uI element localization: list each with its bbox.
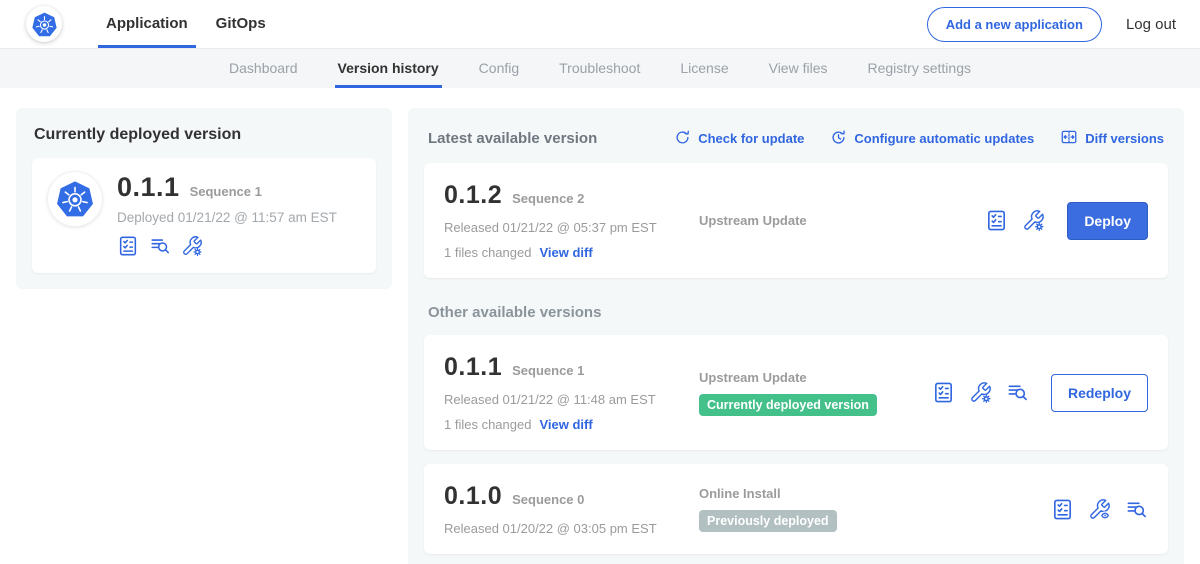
view-diff-link[interactable]: View diff [539, 417, 592, 432]
check-for-update-label: Check for update [698, 131, 804, 146]
clock-refresh-icon [830, 129, 847, 149]
tab-config[interactable]: Config [479, 49, 519, 88]
currently-deployed-badge: Currently deployed version [699, 394, 877, 416]
header-tabs: Application GitOps [92, 0, 280, 48]
diff-columns-icon [1060, 128, 1078, 149]
preflight-checklist-icon[interactable] [117, 235, 139, 257]
deployed-timestamp: Deployed 01/21/22 @ 11:57 am EST [117, 210, 337, 225]
latest-available-title: Latest available version [428, 130, 597, 147]
preflight-checklist-icon[interactable] [985, 209, 1008, 232]
version-source-label: Upstream Update [699, 213, 985, 228]
released-timestamp: Released 01/21/22 @ 11:48 am EST [444, 392, 699, 407]
tab-application[interactable]: Application [92, 0, 202, 48]
sequence-label: Sequence 2 [512, 191, 584, 206]
version-history-panel: Latest available version Check for updat… [408, 108, 1184, 564]
deployed-version-card: 0.1.1 Sequence 1 Deployed 01/21/22 @ 11:… [32, 158, 376, 273]
app-subnav: Dashboard Version history Config Trouble… [0, 48, 1200, 88]
tab-troubleshoot[interactable]: Troubleshoot [559, 49, 640, 88]
version-number: 0.1.0 [444, 482, 502, 511]
files-changed-label: 1 files changed [444, 245, 531, 260]
sequence-label: Sequence 1 [512, 363, 584, 378]
kubernetes-logo [26, 6, 62, 42]
logout-button[interactable]: Log out [1126, 16, 1176, 33]
config-wrench-gear-icon[interactable] [181, 235, 203, 257]
preflight-checklist-icon[interactable] [932, 381, 955, 404]
config-wrench-gear-icon[interactable] [1022, 209, 1045, 232]
diff-versions-label: Diff versions [1085, 131, 1164, 146]
files-changed-label: 1 files changed [444, 417, 531, 432]
version-source-label: Online Install [699, 486, 1051, 501]
released-timestamp: Released 01/21/22 @ 05:37 pm EST [444, 220, 699, 235]
tab-version-history[interactable]: Version history [338, 49, 439, 88]
other-available-title: Other available versions [428, 304, 1164, 321]
redeploy-button[interactable]: Redeploy [1051, 374, 1148, 412]
configure-automatic-updates-label: Configure automatic updates [854, 131, 1034, 146]
release-notes-icon[interactable] [1006, 381, 1029, 404]
deploy-button[interactable]: Deploy [1067, 202, 1148, 240]
tab-dashboard[interactable]: Dashboard [229, 49, 298, 88]
refresh-icon [674, 129, 691, 149]
add-new-application-button[interactable]: Add a new application [927, 7, 1102, 42]
configure-automatic-updates-link[interactable]: Configure automatic updates [830, 129, 1034, 149]
config-wrench-gear-icon[interactable] [969, 381, 992, 404]
deployed-sequence-label: Sequence 1 [190, 184, 262, 199]
deployed-version-number: 0.1.1 [117, 172, 180, 203]
currently-deployed-panel: Currently deployed version 0.1.1 Sequenc… [16, 108, 392, 289]
tab-gitops[interactable]: GitOps [202, 0, 280, 48]
previously-deployed-badge: Previously deployed [699, 510, 837, 532]
view-diff-link[interactable]: View diff [539, 245, 592, 260]
preflight-checklist-icon[interactable] [1051, 498, 1074, 521]
version-row-0-1-1: 0.1.1 Sequence 1 Released 01/21/22 @ 11:… [424, 335, 1168, 450]
version-row-0-1-0: 0.1.0 Sequence 0 Released 01/20/22 @ 03:… [424, 464, 1168, 554]
released-timestamp: Released 01/20/22 @ 03:05 pm EST [444, 521, 699, 536]
check-for-update-link[interactable]: Check for update [674, 129, 804, 149]
version-number: 0.1.2 [444, 181, 502, 210]
tab-license[interactable]: License [680, 49, 728, 88]
release-notes-icon[interactable] [1125, 498, 1148, 521]
tab-view-files[interactable]: View files [769, 49, 828, 88]
sequence-label: Sequence 0 [512, 492, 584, 507]
version-source-label: Upstream Update [699, 370, 932, 385]
tab-registry-settings[interactable]: Registry settings [868, 49, 971, 88]
config-wrench-eye-icon[interactable] [1088, 498, 1111, 521]
version-row-0-1-2: 0.1.2 Sequence 2 Released 01/21/22 @ 05:… [424, 163, 1168, 278]
app-header: Application GitOps Add a new application… [0, 0, 1200, 48]
currently-deployed-title: Currently deployed version [34, 126, 374, 144]
version-number: 0.1.1 [444, 353, 502, 382]
diff-versions-link[interactable]: Diff versions [1060, 128, 1164, 149]
release-notes-icon[interactable] [149, 235, 171, 257]
app-icon-kubernetes [48, 172, 102, 226]
